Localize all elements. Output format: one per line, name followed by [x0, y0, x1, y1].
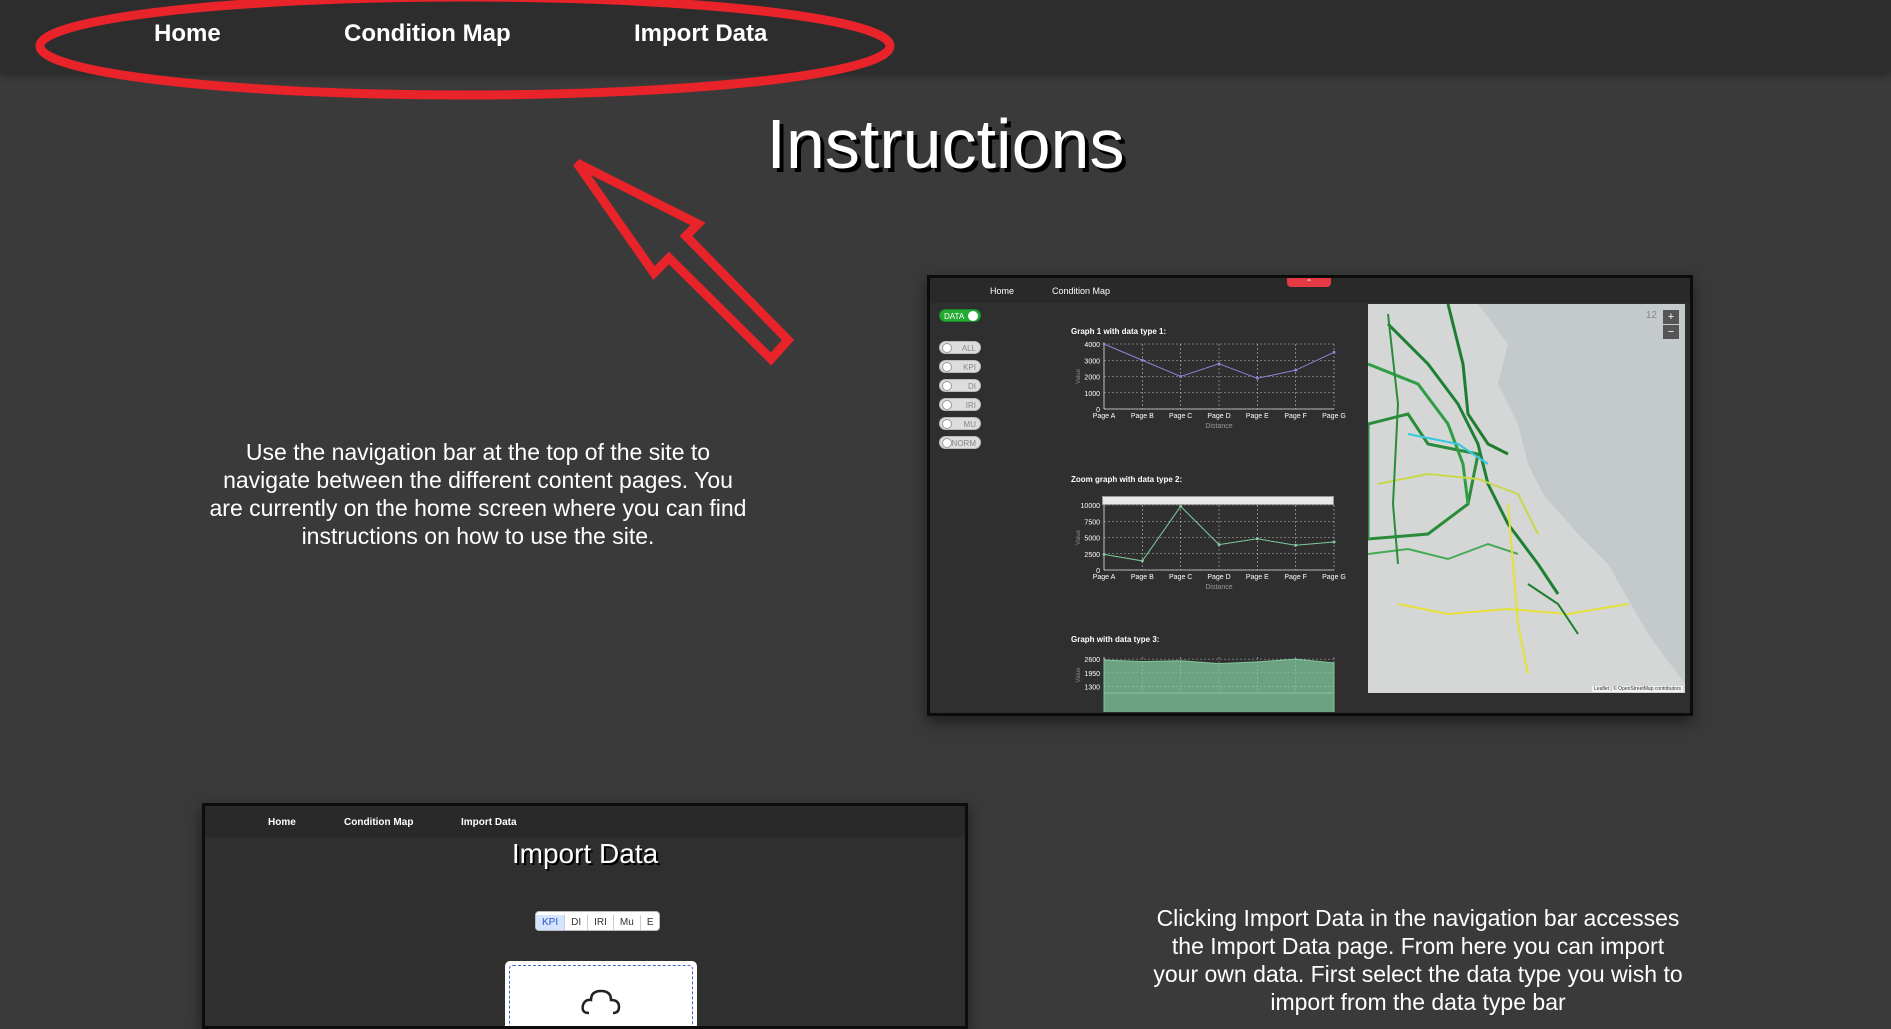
data-point — [1140, 559, 1144, 563]
data-point — [1102, 552, 1106, 556]
upload-dropzone — [505, 961, 697, 1026]
x-tick-label: Page D — [1207, 413, 1230, 420]
toggle-data: DATA — [939, 309, 981, 322]
page-title: Instructions — [766, 105, 1125, 183]
toggle-di: DI — [939, 379, 981, 392]
data-point — [1332, 540, 1336, 544]
x-tick-label: Page G — [1322, 574, 1346, 581]
data-point — [1255, 537, 1259, 541]
mini2-nav-home: Home — [268, 817, 296, 828]
y-axis-label: Value — [1076, 529, 1082, 545]
y-tick-label: 2600 — [1084, 657, 1100, 664]
mini-nav-condition-map: Condition Map — [1052, 286, 1111, 296]
x-axis-label: Distance — [1205, 584, 1232, 591]
x-tick-label: Page B — [1131, 413, 1154, 420]
x-tick-label: Page C — [1169, 413, 1192, 420]
y-tick-label: 2000 — [1084, 375, 1100, 382]
tab-e: E — [646, 917, 654, 928]
toggle-norm: NORM — [939, 436, 981, 449]
toggle-mu: MU — [939, 417, 981, 430]
y-tick-label: 7500 — [1084, 519, 1100, 526]
tab-di: DI — [565, 915, 589, 930]
condition-map-screenshot: Home Condition Map ⌃ DATA ALL KPI DI IRI… — [927, 275, 1693, 716]
toggle-all: ALL — [939, 341, 981, 354]
nav-instructions-text: Use the navigation bar at the top of the… — [209, 439, 747, 549]
mini-navbar: Home Condition Map ⌃ — [930, 278, 1690, 303]
area-series — [1103, 658, 1335, 712]
tab-kpi: KPI — [536, 915, 566, 930]
mini2-nav-import-data: Import Data — [461, 817, 517, 828]
import-data-screenshot: Home Condition Map Import Data Import Da… — [202, 803, 968, 1029]
y-tick-label: 4000 — [1084, 342, 1100, 349]
x-tick-label: Page B — [1131, 574, 1154, 581]
x-tick-label: Page F — [1284, 574, 1307, 581]
graph2-chart: 025005000750010000Page A Page B Page C Page… — [1076, 503, 1346, 591]
x-tick-label: Page E — [1246, 413, 1269, 420]
x-tick-label: Page C — [1169, 574, 1192, 581]
x-axis-label: Distance — [1205, 423, 1232, 430]
map-zoom-out-button: − — [1663, 325, 1679, 339]
cloud-upload-icon — [581, 989, 621, 1015]
graph1-chart: 01000200030004000Page A Page B Page C Page … — [1076, 342, 1346, 430]
data-point — [1217, 362, 1221, 366]
data-point — [1217, 543, 1221, 547]
data-point — [1102, 342, 1106, 346]
y-axis-label: Value — [1076, 667, 1082, 683]
data-type-tabs: KPI DI IRI Mu E — [535, 911, 661, 931]
toggle-kpi: KPI — [939, 360, 981, 373]
x-tick-label: Page D — [1207, 574, 1230, 581]
data-point — [1179, 504, 1183, 508]
tab-iri: IRI — [588, 915, 614, 930]
y-tick-label: 5000 — [1084, 536, 1100, 543]
tab-mu: Mu — [614, 915, 641, 930]
map-view: 12 + − Leaflet | © OpenStreetMap contrib… — [1368, 304, 1685, 693]
y-tick-label: 3000 — [1084, 358, 1100, 365]
y-tick-label: 1000 — [1084, 391, 1100, 398]
collapse-tab: ⌃ — [1287, 278, 1331, 287]
y-tick-label: 10000 — [1081, 503, 1101, 510]
import-instructions-text: Clicking Import Data in the navigation b… — [1153, 905, 1683, 1015]
mini-navbar-2: Home Condition Map Import Data — [205, 806, 965, 837]
x-tick-label: Page A — [1093, 413, 1116, 420]
data-point — [1179, 375, 1183, 378]
graph3-title: Graph with data type 3: — [1071, 635, 1160, 644]
map-zoom-in-button: + — [1663, 310, 1679, 324]
toggle-iri: IRI — [939, 398, 981, 411]
annotation-ellipse — [35, 0, 895, 100]
import-data-title: Import Data — [511, 838, 659, 869]
mini2-nav-condition-map: Condition Map — [344, 817, 414, 828]
y-tick-label: 2500 — [1084, 552, 1100, 559]
map-graphic — [1368, 304, 1685, 693]
map-zoom-level: 12 — [1645, 310, 1657, 321]
data-point — [1140, 358, 1144, 362]
y-tick-label: 1300 — [1084, 685, 1100, 692]
x-tick-label: Page E — [1246, 574, 1269, 581]
map-attribution: Leaflet | © OpenStreetMap contributors — [1592, 686, 1683, 692]
y-tick-label: 1950 — [1084, 671, 1100, 678]
graph3-chart: 1300 1950 2600Value — [1076, 657, 1335, 712]
y-axis-label: Value — [1076, 368, 1082, 384]
annotation-arrow — [573, 158, 795, 366]
data-point — [1294, 368, 1298, 372]
x-tick-label: Page G — [1322, 413, 1346, 420]
x-tick-label: Page F — [1284, 413, 1307, 420]
data-point — [1255, 376, 1259, 380]
x-tick-label: Page A — [1093, 574, 1116, 581]
mini-nav-home: Home — [990, 286, 1015, 296]
data-point — [1332, 350, 1336, 354]
data-point — [1294, 543, 1298, 547]
graph2-title: Zoom graph with data type 2: — [1071, 475, 1183, 484]
